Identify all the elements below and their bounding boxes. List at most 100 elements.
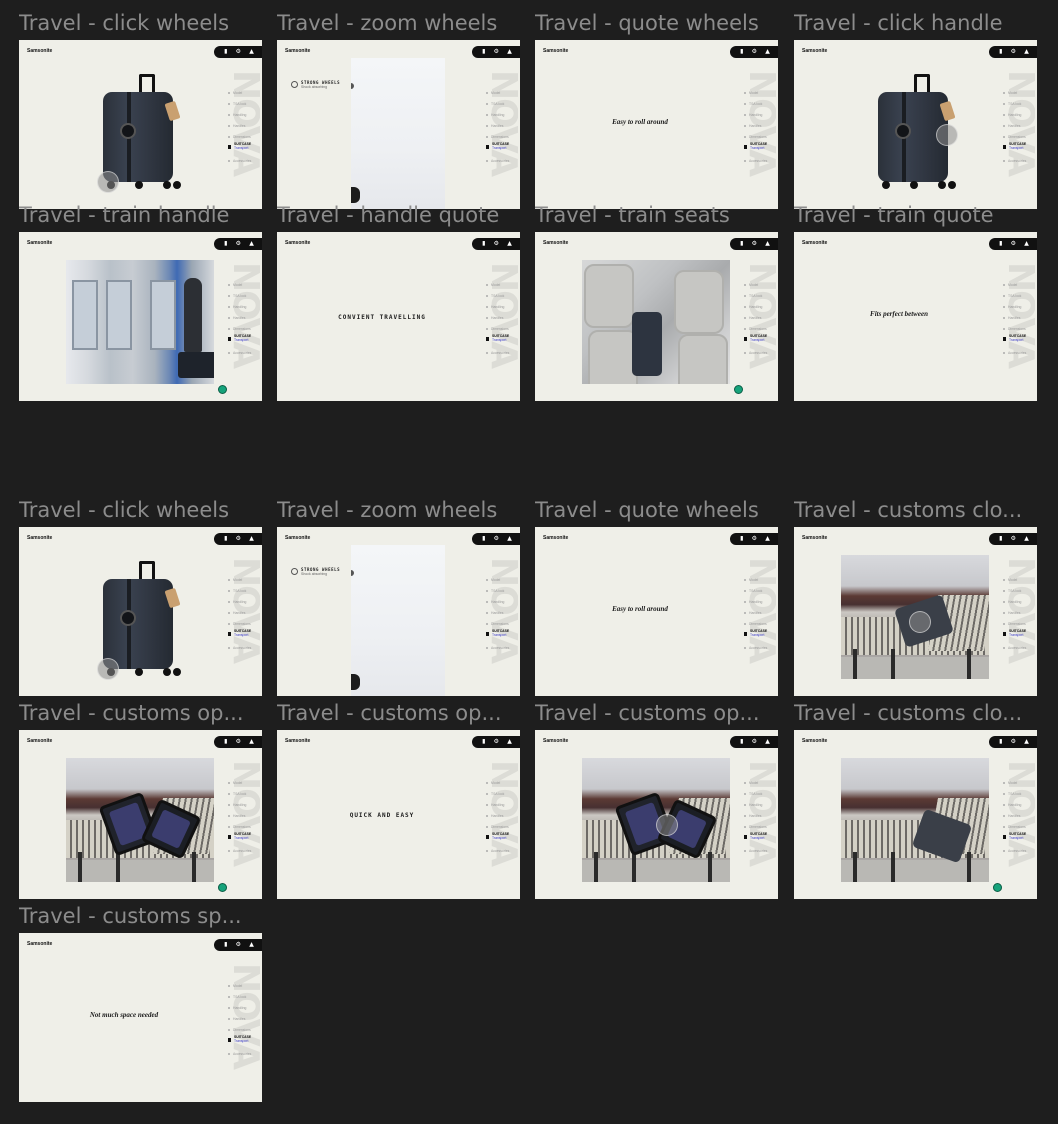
brand-logo[interactable]: Samsonite [27,941,52,947]
nav-item[interactable]: Handles [228,810,256,821]
bag-icon[interactable]: ▲ [765,49,770,55]
nav-item[interactable]: Model [486,87,514,98]
brand-logo[interactable]: Samsonite [802,48,827,54]
frame-title[interactable]: Travel - customs op... [535,701,779,725]
nav-item[interactable]: Handles [744,312,772,323]
bag-icon[interactable]: ▲ [249,536,254,542]
bag-icon[interactable]: ▲ [507,241,512,247]
nav-item[interactable]: Model [228,980,256,991]
frame-title[interactable]: Travel - click handle [794,11,1038,35]
prototype-frame[interactable]: Samsonite ▮ ⚙ ▲ NOVA Model TSA lock Handling Han… [19,40,262,209]
prototype-frame[interactable]: Fits perfect between Samsonite ▮ ⚙ ▲ NOVA Mode… [794,232,1037,401]
next-button[interactable] [218,883,227,892]
brand-logo[interactable]: Samsonite [543,240,568,246]
nav-item[interactable]: Handles [1003,607,1031,618]
tap-hotspot-wheels[interactable] [97,171,119,193]
gear-icon[interactable]: ⚙ [752,49,757,55]
nav-item[interactable]: Dimensions [744,323,772,334]
bookmark-icon[interactable]: ▮ [740,49,743,55]
tap-hotspot-handle[interactable] [936,124,958,146]
nav-item[interactable]: Handles [486,810,514,821]
nav-item[interactable]: Accessories [1003,347,1031,358]
nav-item[interactable]: Dimensions [228,323,256,334]
bookmark-icon[interactable]: ▮ [224,241,227,247]
frame-title[interactable]: Travel - train seats [535,203,779,227]
frame-title[interactable]: Travel - customs op... [19,701,263,725]
nav-item-active[interactable]: SUITCASE Transport [228,832,256,845]
nav-item[interactable]: Dimensions [486,821,514,832]
nav-item-active[interactable]: SUITCASE Transport [1003,334,1031,347]
nav-item-active[interactable]: SUITCASE Transport [744,629,772,642]
nav-item[interactable]: Handles [1003,810,1031,821]
nav-item[interactable]: Handling [1003,799,1031,810]
nav-item[interactable]: Dimensions [486,618,514,629]
nav-item[interactable]: Model [486,279,514,290]
nav-item[interactable]: Model [1003,279,1031,290]
prototype-frame[interactable]: STRONG WHEELS Shock absorbing Samsonite ▮ ⚙ ▲… [277,527,520,696]
nav-item-active[interactable]: SUITCASE Transport [228,142,256,155]
gear-icon[interactable]: ⚙ [752,739,757,745]
nav-item[interactable]: Accessories [486,642,514,653]
nav-item[interactable]: Handling [744,799,772,810]
nav-item[interactable]: Handling [486,109,514,120]
nav-item-active[interactable]: SUITCASE Transport [744,142,772,155]
nav-item[interactable]: Accessories [228,1048,256,1059]
gear-icon[interactable]: ⚙ [752,241,757,247]
nav-item[interactable]: Dimensions [1003,618,1031,629]
nav-item[interactable]: Dimensions [744,821,772,832]
nav-item[interactable]: Model [744,87,772,98]
nav-item-active[interactable]: SUITCASE Transport [1003,629,1031,642]
nav-item[interactable]: Accessories [228,347,256,358]
nav-item[interactable]: TSA lock [228,788,256,799]
brand-logo[interactable]: Samsonite [543,738,568,744]
prototype-frame[interactable]: Samsonite ▮ ⚙ ▲ NOVA Model TSA lock Handling Han… [794,40,1037,209]
brand-logo[interactable]: Samsonite [802,240,827,246]
nav-item[interactable]: Handles [228,120,256,131]
nav-item[interactable]: Dimensions [744,618,772,629]
next-button[interactable] [993,883,1002,892]
nav-item[interactable]: Accessories [1003,642,1031,653]
nav-item[interactable]: Handling [1003,109,1031,120]
nav-item[interactable]: TSA lock [486,290,514,301]
gear-icon[interactable]: ⚙ [1011,739,1016,745]
nav-item[interactable]: Model [228,574,256,585]
nav-item[interactable]: Handles [744,607,772,618]
nav-item[interactable]: TSA lock [1003,98,1031,109]
nav-item[interactable]: Handling [486,301,514,312]
nav-item[interactable]: Accessories [1003,155,1031,166]
nav-item[interactable]: Handling [228,301,256,312]
bag-icon[interactable]: ▲ [249,942,254,948]
nav-item-active[interactable]: SUITCASE Transport [486,832,514,845]
prototype-frame[interactable]: Samsonite ▮ ⚙ ▲ NOVA Model TSA lock Handling Han… [535,232,778,401]
gear-icon[interactable]: ⚙ [1011,49,1016,55]
bag-icon[interactable]: ▲ [765,739,770,745]
nav-item[interactable]: Model [744,279,772,290]
frame-title[interactable]: Travel - customs sp... [19,904,263,928]
nav-item-active[interactable]: SUITCASE Transport [486,142,514,155]
nav-item[interactable]: Handling [228,799,256,810]
nav-item[interactable]: Handling [486,596,514,607]
nav-item-active[interactable]: SUITCASE Transport [228,1035,256,1048]
bag-icon[interactable]: ▲ [765,536,770,542]
nav-item[interactable]: Handles [744,810,772,821]
nav-item[interactable]: Accessories [486,347,514,358]
bag-icon[interactable]: ▲ [249,241,254,247]
nav-item[interactable]: Dimensions [486,131,514,142]
bookmark-icon[interactable]: ▮ [999,241,1002,247]
gear-icon[interactable]: ⚙ [494,241,499,247]
nav-item[interactable]: TSA lock [744,290,772,301]
prototype-frame[interactable]: STRONG WHEELS Shock absorbing Samsonite ▮ ⚙ ▲… [277,40,520,209]
nav-item[interactable]: Accessories [486,845,514,856]
frame-title[interactable]: Travel - customs clo... [794,498,1038,522]
gear-icon[interactable]: ⚙ [1011,536,1016,542]
nav-item[interactable]: Accessories [1003,845,1031,856]
nav-item[interactable]: TSA lock [744,788,772,799]
nav-item-active[interactable]: SUITCASE Transport [744,832,772,845]
next-button[interactable] [218,385,227,394]
nav-item[interactable]: Model [1003,777,1031,788]
gear-icon[interactable]: ⚙ [494,49,499,55]
nav-item[interactable]: Handling [744,301,772,312]
nav-item[interactable]: TSA lock [1003,290,1031,301]
nav-item-active[interactable]: SUITCASE Transport [228,334,256,347]
nav-item[interactable]: Handling [486,799,514,810]
